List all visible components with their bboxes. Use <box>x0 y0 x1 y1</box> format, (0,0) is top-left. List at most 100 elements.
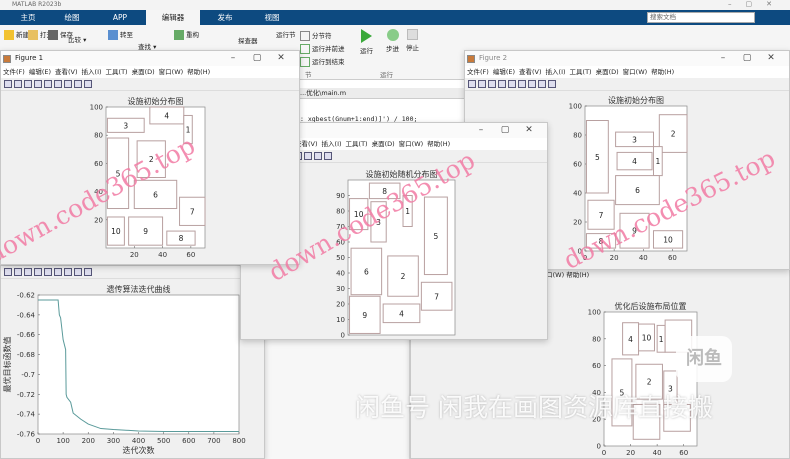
xianyu-logo: 闲鱼 <box>676 336 732 382</box>
stop-label: 停止 <box>406 44 419 52</box>
x-tick-label: 0 <box>36 437 40 445</box>
section-break-label: 分节符 <box>312 32 332 40</box>
y-tick-label: -0.74 <box>17 411 36 419</box>
convergence-plot: 遗传算法迭代曲线 0 100 200 300 400 500 600 700 800 -0.62 -0… <box>2 284 246 455</box>
facility-label: 2 <box>647 378 652 387</box>
x-tick-label: 100 <box>56 437 69 445</box>
facility-label: 4 <box>628 335 633 344</box>
maximize-button[interactable]: ▢ <box>746 0 767 8</box>
tab-editor[interactable]: 编辑器 <box>146 10 200 25</box>
run-advance-icon <box>300 44 310 54</box>
folder-icon <box>28 30 38 40</box>
arrow-right-icon <box>108 30 118 40</box>
y-tick-label: 40 <box>573 190 582 198</box>
app-window-controls[interactable]: –▢✕ <box>728 0 786 8</box>
facility-label: 4 <box>164 111 169 120</box>
x-tick-label: 400 <box>132 437 145 445</box>
y-tick-label: -0.68 <box>17 351 35 359</box>
y-tick-label: 30 <box>336 285 345 293</box>
tab-home[interactable]: 主页 <box>8 10 48 25</box>
step-label: 步进 <box>386 45 399 53</box>
run-to-end-button[interactable]: 运行到结束 <box>300 56 345 67</box>
facility-label: 1 <box>659 335 664 344</box>
run-section-label: 运行节 <box>276 31 296 39</box>
search-input[interactable]: 搜索文档 <box>647 12 755 23</box>
x-tick-label: 800 <box>232 437 245 445</box>
run-advance-label: 运行并前进 <box>312 45 345 53</box>
stop-icon <box>407 29 418 40</box>
chart-title: 设施初始分布图 <box>608 95 664 105</box>
step-icon <box>386 29 399 41</box>
y-axis-label: 最优目标函数值 <box>2 337 12 393</box>
refactor-label: 重构 <box>186 31 199 39</box>
run-button[interactable]: 运行 <box>360 29 373 55</box>
goto-button[interactable]: 转至 <box>108 29 133 40</box>
tab-apps[interactable]: APP <box>100 10 140 25</box>
fx-icon <box>174 30 184 40</box>
section-break-button[interactable]: 分节符 <box>300 30 332 41</box>
save-icon <box>48 30 58 40</box>
watermark-xianyu: 闲鱼号 闲我在画图资源库直接搬 <box>355 393 713 422</box>
run-to-end-icon <box>300 57 310 67</box>
run-label: 运行 <box>360 47 373 55</box>
y-tick-label: 0 <box>341 332 345 340</box>
y-tick-label: 60 <box>573 161 582 169</box>
facility-label: 2 <box>401 272 406 281</box>
facility-label: 5 <box>434 232 439 241</box>
new-button[interactable]: 新建 <box>4 29 29 40</box>
x-tick-label: 600 <box>182 437 195 445</box>
run-to-end-label: 运行到结束 <box>312 58 345 66</box>
y-tick-label: 80 <box>94 132 103 140</box>
facility-label: 10 <box>111 227 121 236</box>
y-tick-label: 10 <box>336 316 345 324</box>
facility-label: 8 <box>179 234 184 243</box>
axes-box <box>37 294 240 435</box>
facility-label: 7 <box>599 211 604 220</box>
step-button[interactable]: 步进 <box>386 29 399 53</box>
close-button[interactable]: ✕ <box>766 0 786 8</box>
tab-publish[interactable]: 发布 <box>205 10 245 25</box>
x-axis-label: 迭代次数 <box>123 445 155 455</box>
chart-title: 遗传算法迭代曲线 <box>107 284 171 294</box>
x-tick-label: 60 <box>679 449 688 457</box>
y-tick-label: -0.76 <box>17 431 36 439</box>
y-tick-label: 100 <box>569 103 582 111</box>
run-advance-button[interactable]: 运行并前进 <box>300 43 345 54</box>
refactor-button[interactable]: 重构 <box>174 29 199 40</box>
facility-label: 9 <box>143 227 148 236</box>
minimize-button[interactable]: – <box>728 0 746 8</box>
facility-label: 4 <box>399 309 404 318</box>
x-tick-label: 500 <box>157 437 170 445</box>
tab-view[interactable]: 视图 <box>252 10 292 25</box>
y-tick-label: 40 <box>336 270 345 278</box>
profiler-label: 探查器 <box>238 37 258 45</box>
y-tick-label: -0.72 <box>17 391 35 399</box>
profiler-button[interactable]: 探查器 <box>238 35 258 45</box>
x-tick-label: 60 <box>668 254 677 262</box>
facility-label: 7 <box>190 207 195 216</box>
app-title-bar: MATLAB R2023b <box>0 0 790 10</box>
stop-button[interactable]: 停止 <box>406 29 419 52</box>
y-tick-label: 20 <box>573 219 582 227</box>
run-section-button[interactable]: 运行节 <box>276 29 296 39</box>
facility-label: 7 <box>434 292 439 301</box>
x-tick-label: 700 <box>207 437 220 445</box>
x-tick-label: 300 <box>107 437 120 445</box>
x-tick-label: 20 <box>130 251 139 259</box>
plus-icon <box>4 30 14 40</box>
facility-label: 1 <box>655 157 660 166</box>
compare-label: 比较 ▾ <box>68 36 87 44</box>
facility-label: 9 <box>362 311 367 320</box>
chart-title: 优化后设施布局位置 <box>615 301 687 311</box>
compare-button[interactable]: 比较 ▾ <box>68 34 86 44</box>
facility-label: 10 <box>663 235 673 244</box>
editor-file-tab[interactable]: ...优化\main.m <box>290 88 490 99</box>
y-tick-label: 60 <box>94 160 103 168</box>
tab-plots[interactable]: 绘图 <box>52 10 92 25</box>
figure-window-convergence[interactable]: 遗传算法迭代曲线 0 100 200 300 400 500 600 700 800 -0.62 -0… <box>0 265 265 459</box>
y-tick-label: -0.7 <box>21 371 35 379</box>
y-tick-label: -0.62 <box>17 292 35 300</box>
x-tick-label: 200 <box>82 437 95 445</box>
x-tick-label: 0 <box>602 449 606 457</box>
facility-label: 4 <box>632 157 637 166</box>
